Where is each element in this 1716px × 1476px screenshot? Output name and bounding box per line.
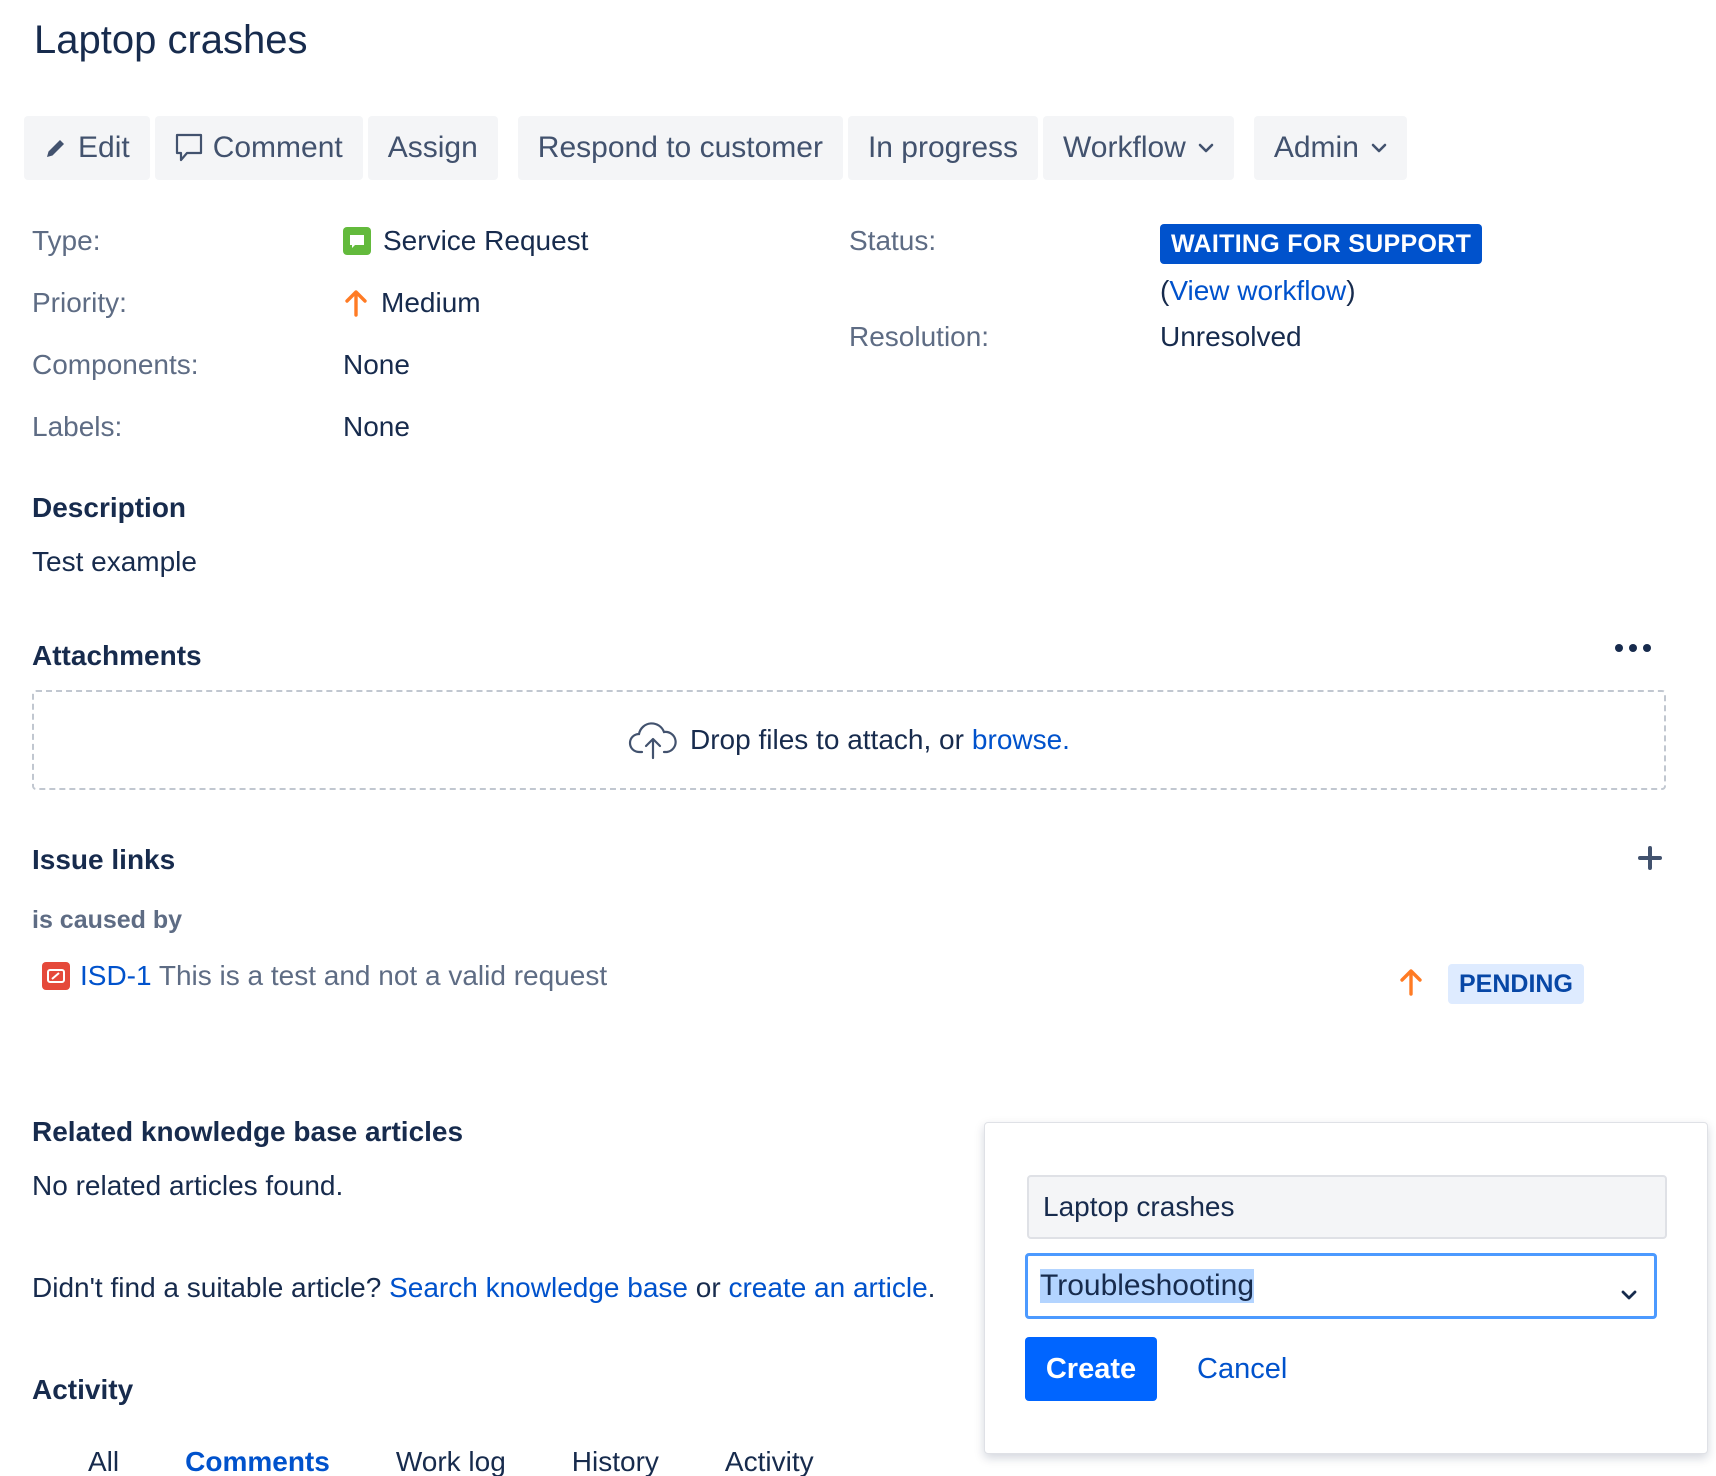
components-label: Components: [32, 349, 199, 380]
in-progress-button[interactable]: In progress [847, 116, 1039, 180]
resolution-label: Resolution: [849, 321, 990, 352]
article-template-value: Troubleshooting [1040, 1269, 1255, 1303]
service-request-icon [343, 227, 371, 255]
description-heading: Description [32, 492, 187, 523]
workflow-dropdown[interactable]: Workflow [1043, 116, 1234, 180]
description-text[interactable]: Test example [32, 546, 197, 578]
components-value: None [343, 349, 410, 380]
search-kb-link[interactable]: Search knowledge base [389, 1272, 688, 1303]
resolution-value: Unresolved [1160, 321, 1302, 352]
type-text: Service Request [383, 225, 589, 256]
kb-prompt: Didn't find a suitable article? Search k… [32, 1272, 936, 1303]
respond-to-customer-button[interactable]: Respond to customer [517, 116, 843, 180]
link-relation: is caused by [32, 906, 183, 934]
kb-no-articles: No related articles found. [32, 1170, 344, 1201]
issue-toolbar: Edit Comment Assign Respond to customer … [24, 116, 1412, 180]
admin-label: Admin [1273, 131, 1359, 164]
linked-issue-key[interactable]: ISD-1 [80, 960, 152, 992]
create-article-popup: Laptop crashes Troubleshooting Create Ca… [984, 1122, 1708, 1454]
priority-medium-icon [343, 289, 369, 317]
tab-work-log[interactable]: Work log [396, 1446, 506, 1476]
article-title-input[interactable]: Laptop crashes [1027, 1175, 1667, 1239]
type-label: Type: [32, 225, 101, 256]
tab-history[interactable]: History [572, 1446, 659, 1476]
chevron-down-icon [1198, 142, 1214, 154]
issue-links-heading: Issue links [32, 844, 176, 875]
linked-issue-summary[interactable]: This is a test and not a valid request [152, 960, 607, 992]
linked-issue-status-badge: PENDING [1448, 964, 1584, 1004]
more-options-icon[interactable] [1615, 644, 1651, 652]
article-template-select[interactable]: Troubleshooting [1025, 1253, 1657, 1319]
kb-heading: Related knowledge base articles [32, 1116, 464, 1147]
attachments-heading: Attachments [32, 640, 202, 671]
tab-all[interactable]: All [88, 1446, 119, 1476]
pencil-icon [44, 136, 68, 160]
labels-value: None [343, 411, 410, 442]
status-badge[interactable]: WAITING FOR SUPPORT [1160, 224, 1483, 264]
priority-text: Medium [381, 287, 481, 318]
issue-title: Laptop crashes [34, 18, 308, 62]
activity-heading: Activity [32, 1374, 134, 1405]
view-workflow: (View workflow) [1160, 275, 1356, 307]
linked-issue-row[interactable]: ISD-1 This is a test and not a valid req… [42, 960, 607, 992]
tab-activity[interactable]: Activity [725, 1446, 814, 1476]
status-label: Status: [849, 225, 937, 256]
priority-medium-icon [1398, 968, 1424, 1001]
edit-button[interactable]: Edit [24, 116, 150, 180]
create-article-link[interactable]: create an article [728, 1272, 927, 1303]
tab-comments[interactable]: Comments [185, 1446, 330, 1476]
priority-value: Medium [343, 287, 481, 319]
comment-icon [175, 133, 203, 163]
bug-icon [42, 962, 70, 990]
cloud-upload-icon [628, 720, 678, 760]
attachment-dropzone[interactable]: Drop files to attach, or browse. [32, 690, 1666, 790]
comment-label: Comment [212, 131, 343, 164]
priority-label: Priority: [32, 287, 127, 318]
activity-tabs: All Comments Work log History Activity [88, 1446, 880, 1476]
edit-label: Edit [78, 131, 130, 164]
chevron-down-icon [1371, 142, 1387, 154]
view-workflow-link[interactable]: View workflow [1169, 275, 1346, 307]
workflow-label: Workflow [1063, 131, 1186, 164]
browse-link[interactable]: browse. [972, 724, 1070, 756]
chevron-down-icon [1620, 1276, 1638, 1310]
assign-button[interactable]: Assign [367, 116, 498, 180]
labels-label: Labels: [32, 411, 123, 442]
admin-dropdown[interactable]: Admin [1253, 116, 1407, 180]
add-link-icon[interactable] [1638, 846, 1662, 875]
create-button[interactable]: Create [1025, 1337, 1157, 1401]
dropzone-text: Drop files to attach, or [690, 724, 964, 755]
comment-button[interactable]: Comment [154, 116, 363, 180]
type-value: Service Request [343, 225, 588, 257]
cancel-button[interactable]: Cancel [1197, 1337, 1287, 1401]
